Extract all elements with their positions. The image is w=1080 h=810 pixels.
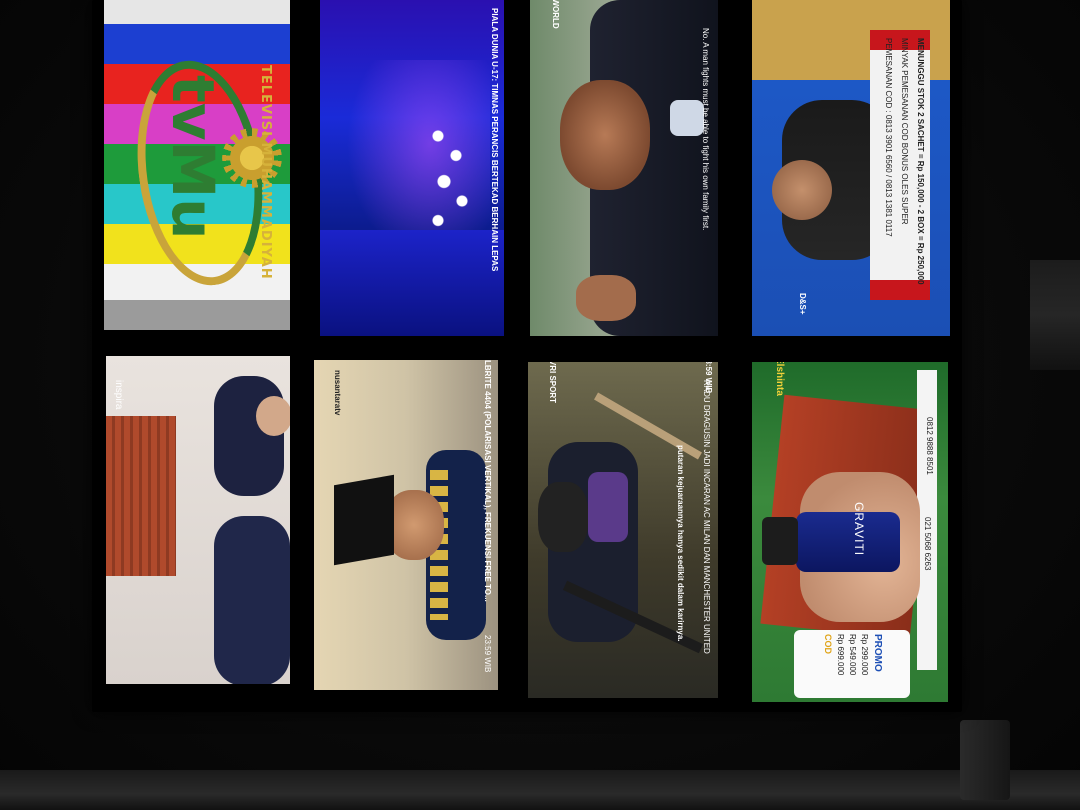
- phone1-group: 0812 9888 8501: [922, 417, 934, 527]
- sport-ticker: RADU DRAGUSIN JADI INCARAN AC MILAN DAN …: [702, 380, 711, 654]
- screen-studio-ad: MENUNGGU STOK 2 SACHET = Rp 150,000 - 2 …: [752, 0, 950, 336]
- wood-door: [106, 416, 176, 576]
- studio-channel-logo: D&S+: [798, 293, 807, 315]
- rider-vest: [588, 472, 628, 542]
- person-face: [256, 396, 290, 436]
- world-subtitle-group: No. A man fights must be able to fight h…: [698, 28, 710, 328]
- phone-number-1: 0812 9888 8501: [925, 417, 934, 475]
- stage-ticker-group: PIALA DUNIA U-17: TIMNAS PERANCIS BERTEK…: [485, 8, 499, 328]
- wall-object: [1030, 260, 1080, 370]
- bottle-cap: [762, 517, 798, 565]
- world-channel-logo: TVRI WORLD: [551, 0, 560, 29]
- sport-channel-logo: TVRI SPORT: [548, 362, 557, 404]
- nusantara-channel-logo: nusantaratv: [333, 370, 342, 416]
- sport-caption: putaran kejuaraannya hanya sedikit dalam…: [676, 445, 685, 642]
- promo-price-2: Rp 549.000: [848, 634, 857, 676]
- elshinta-logo-group: Elshinta: [771, 362, 785, 427]
- person-foreground: [214, 516, 290, 684]
- sport-caption-group: putaran kejuaraannya hanya sedikit dalam…: [673, 445, 685, 695]
- world-subtitle: No. A man fights must be able to fight h…: [701, 28, 710, 231]
- elshinta-channel-logo: Elshinta: [774, 362, 785, 396]
- graduation-cap-icon: [334, 474, 394, 566]
- man-fist: [576, 275, 636, 321]
- tvmu-channel-name: TELEVISI MUHAMMADIYAH: [258, 65, 273, 280]
- rider-helmet: [538, 482, 588, 552]
- man-face: [560, 80, 650, 190]
- cod-label: COD: [823, 634, 833, 654]
- phone2-group: 021 5068 6263: [920, 517, 932, 627]
- screen-stage: PIALA DUNIA U-17: TIMNAS PERANCIS BERTEK…: [320, 0, 504, 336]
- product-bottle: [796, 512, 900, 572]
- inspira-logo-group: inspira: [112, 380, 124, 440]
- screen-elshinta-ad: Elshinta GRAVITI 0812 9888 8501 021 5068…: [752, 362, 948, 702]
- side-object: [960, 720, 1010, 800]
- screen-tvri-world: TVRI WORLD No. A man fights must be able…: [530, 0, 718, 336]
- screen-tvmu: tvMu TELEVISI MUHAMMADIYAH: [104, 0, 290, 330]
- nusantara-time-group: 23:59 WIB: [480, 635, 492, 690]
- presenter-face: [772, 160, 832, 220]
- tvmu-logo-group: tvMu: [159, 15, 227, 315]
- world-channel-group: TVRI WORLD: [548, 0, 560, 58]
- ad-text-group: MENUNGGU STOK 2 SACHET = Rp 150,000 - 2 …: [873, 38, 929, 298]
- ad-line-1: MENUNGGU STOK 2 SACHET = Rp 150,000 - 2 …: [916, 38, 925, 285]
- person-sitting: [214, 376, 284, 496]
- stage-ticker: PIALA DUNIA U-17: TIMNAS PERANCIS BERTEK…: [490, 8, 499, 272]
- product-brand: GRAVITI: [852, 502, 866, 557]
- phone-number-2: 021 5068 6263: [923, 517, 932, 571]
- sport-time-group: 23:59 WIB: [701, 362, 713, 415]
- promo-price-3: Rp 699.000: [836, 634, 845, 676]
- screen-nusantara: nusantaratv LBRITE 4404 (POLARISASI VERT…: [314, 360, 498, 690]
- tvmu-logo-text: tvMu: [159, 75, 227, 240]
- screen-inspira: inspira: [106, 356, 290, 684]
- screen-tvri-sport: TVRI SPORT putaran kejuaraannya hanya se…: [528, 362, 718, 698]
- promo-price-1: Rp 299.000: [860, 634, 869, 676]
- ad-line-3: PEMESANAN COD : 0813 3901 6560 / 0813 13…: [884, 38, 893, 237]
- inspira-channel-logo: inspira: [113, 380, 124, 410]
- floor: [0, 770, 1080, 810]
- nusantara-time: 23:59 WIB: [483, 635, 492, 673]
- brand-group: GRAVITI: [850, 502, 866, 582]
- sport-time: 23:59 WIB: [704, 362, 713, 394]
- stage-lights: [420, 110, 480, 240]
- nusantara-logo-group: nusantaratv: [330, 370, 342, 460]
- studio-channel-group: D&S+: [795, 293, 807, 333]
- promo-group: PROMO Rp 299.000 Rp 549.000 Rp 699.000 C…: [821, 634, 883, 694]
- sport-ticker-group: RADU DRAGUSIN JADI INCARAN AC MILAN DAN …: [699, 380, 711, 698]
- tvmu-subtitle-group: TELEVISI MUHAMMADIYAH: [253, 15, 273, 315]
- ad-line-2: MINYAK PEMESANAN COD BONUS OLES SUPER: [900, 38, 909, 225]
- promo-label: PROMO: [872, 634, 883, 672]
- sport-logo-group: TVRI SPORT: [545, 362, 557, 425]
- stage-floor: [320, 230, 504, 336]
- nusantara-ticker: LBRITE 4404 (POLARISASI VERTIKAL), FREKU…: [483, 360, 492, 602]
